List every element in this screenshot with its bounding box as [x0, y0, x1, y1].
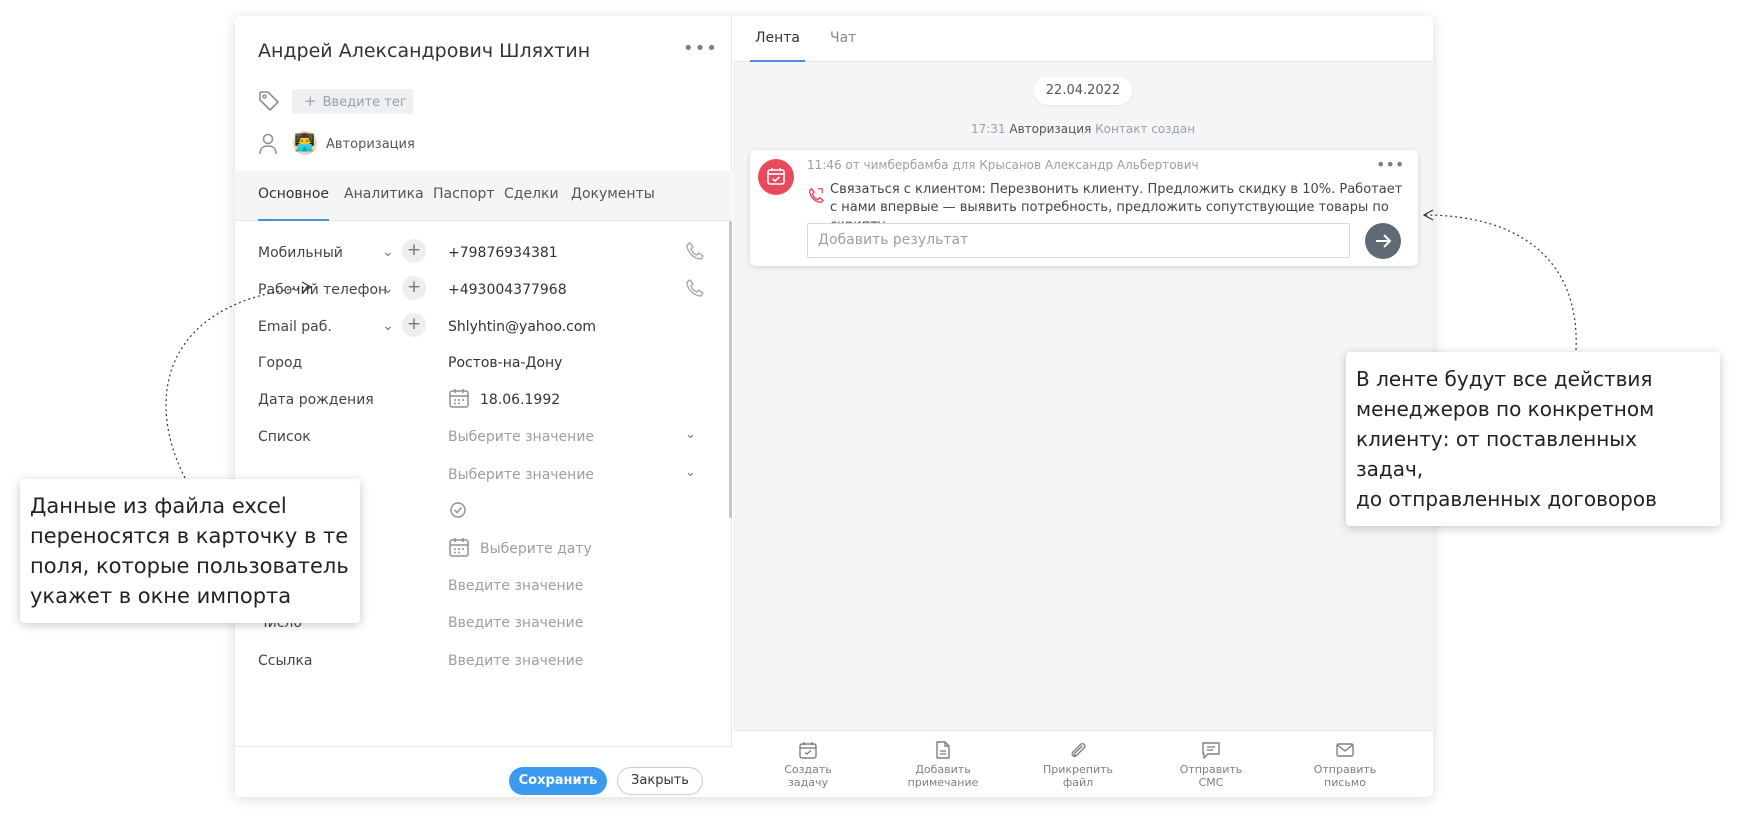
annotation-line: укажет в окне импорта [30, 584, 292, 608]
annotation-line: переносятся в карточку в те [30, 524, 349, 548]
annotation-line: Данные из файла excel [30, 494, 287, 518]
import-annotation: Данные из файла excel переносятся в карт… [20, 479, 360, 623]
annotation-line: В ленте будут все действия [1356, 367, 1653, 391]
annotation-line: клиенту: от поставленных задач, [1356, 427, 1637, 481]
annotation-line: до отправленных договоров [1356, 487, 1657, 511]
annotation-line: менеджеров по конкретном [1356, 397, 1655, 421]
annotation-line: поля, которые пользователь [30, 554, 349, 578]
feed-annotation: В ленте будут все действия менеджеров по… [1346, 352, 1720, 526]
